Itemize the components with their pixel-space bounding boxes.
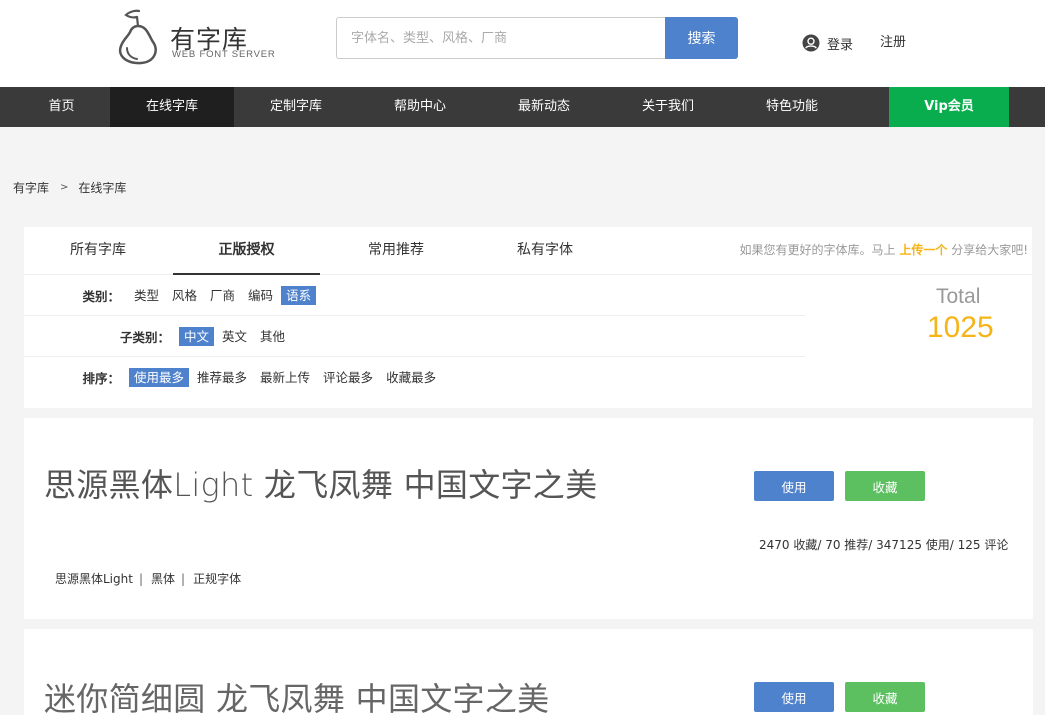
login-link[interactable]: 登录 <box>802 33 853 53</box>
library-tabs: 所有字库 正版授权 常用推荐 私有字体 如果您有更好的字体库。马上 上传一个 分… <box>24 227 1032 275</box>
search-input[interactable] <box>336 17 666 59</box>
breadcrumb-home[interactable]: 有字库 <box>13 179 49 196</box>
filter-option[interactable]: 类型 <box>129 286 164 305</box>
total-label: Total <box>936 285 981 308</box>
font-tag[interactable]: 正规字体 <box>193 570 241 587</box>
filter-option[interactable]: 编码 <box>243 286 278 305</box>
filter-option[interactable]: 风格 <box>167 286 202 305</box>
upload-link[interactable]: 上传一个 <box>899 243 947 257</box>
breadcrumb-separator: > <box>60 181 69 193</box>
filter-option-selected[interactable]: 语系 <box>281 285 317 305</box>
font-card: 迷你简细圆 龙飞凤舞 中国文字之美 使用 收藏 <box>24 629 1033 715</box>
upload-prompt: 如果您有更好的字体库。马上 上传一个 分享给大家吧! <box>740 227 1029 275</box>
nav-item-about[interactable]: 关于我们 <box>606 87 730 127</box>
nav-item-online-fonts[interactable]: 在线字库 <box>110 87 234 127</box>
use-button[interactable]: 使用 <box>754 682 834 712</box>
font-preview[interactable]: 思源黑体Light 龙飞凤舞 中国文字之美 <box>44 460 597 506</box>
font-tags: 思源黑体Light | 黑体 | 正规字体 <box>55 570 241 587</box>
filter-option[interactable]: 厂商 <box>205 286 240 305</box>
site-header: 有字库 WEB FONT SERVER 搜索 登录 注册 <box>0 0 1045 87</box>
filter-row-sort: 排序： 使用最多 推荐最多 最新上传 评论最多 收藏最多 <box>24 357 805 398</box>
nav-item-vip[interactable]: Vip会员 <box>889 87 1009 127</box>
breadcrumb-current: 在线字库 <box>78 180 127 195</box>
favorite-button[interactable]: 收藏 <box>845 682 925 712</box>
filter-panel: 所有字库 正版授权 常用推荐 私有字体 如果您有更好的字体库。马上 上传一个 分… <box>24 227 1032 408</box>
register-link[interactable]: 注册 <box>880 33 906 53</box>
font-stats: 2470 收藏/ 70 推荐/ 347125 使用/ 125 评论 <box>759 538 1009 552</box>
filter-label-subcategory: 子类别： <box>119 329 170 345</box>
nav-item-news[interactable]: 最新动态 <box>482 87 606 127</box>
filter-label-sort: 排序： <box>82 371 120 386</box>
nav-item-help[interactable]: 帮助中心 <box>358 87 482 127</box>
sort-option-selected[interactable]: 使用最多 <box>129 368 190 387</box>
filter-option-selected[interactable]: 中文 <box>179 326 215 346</box>
filter-option[interactable]: 英文 <box>217 327 252 346</box>
filter-row-subcategory: 子类别： 中文 英文 其他 <box>24 316 805 357</box>
font-tag[interactable]: 思源黑体Light <box>55 570 133 587</box>
search-button[interactable]: 搜索 <box>665 17 738 59</box>
login-label: 登录 <box>827 37 854 53</box>
filter-option[interactable]: 其他 <box>255 327 290 346</box>
upload-prompt-suffix: 分享给大家吧! <box>951 243 1028 257</box>
nav-item-home[interactable]: 首页 <box>13 87 110 127</box>
tab-recommended[interactable]: 常用推荐 <box>346 227 446 275</box>
nav-item-features[interactable]: 特色功能 <box>730 87 854 127</box>
sort-option[interactable]: 评论最多 <box>318 368 378 387</box>
breadcrumb: 有字库 > 在线字库 <box>13 179 126 195</box>
sort-option[interactable]: 推荐最多 <box>192 368 252 387</box>
sort-option[interactable]: 最新上传 <box>255 368 315 387</box>
font-preview[interactable]: 迷你简细圆 龙飞凤舞 中国文字之美 <box>44 674 549 715</box>
tag-divider: | <box>138 571 143 586</box>
tab-licensed[interactable]: 正版授权 <box>173 227 320 275</box>
tab-private-fonts[interactable]: 私有字体 <box>495 227 595 275</box>
logo-subtitle: WEB FONT SERVER <box>172 49 276 60</box>
filter-label-category: 类别： <box>82 288 120 304</box>
main-nav: 首页 在线字库 定制字库 帮助中心 最新动态 关于我们 特色功能 Vip会员 <box>0 87 1045 127</box>
nav-item-custom-fonts[interactable]: 定制字库 <box>234 87 358 127</box>
upload-prompt-text: 如果您有更好的字体库。马上 <box>739 243 896 257</box>
total-count: 1025 <box>927 311 994 344</box>
user-icon <box>802 34 820 52</box>
tab-all-libraries[interactable]: 所有字库 <box>48 227 148 275</box>
sort-option[interactable]: 收藏最多 <box>381 368 441 387</box>
font-tag[interactable]: 黑体 <box>151 570 175 587</box>
site-logo[interactable]: 有字库 WEB FONT SERVER <box>113 8 283 68</box>
favorite-button[interactable]: 收藏 <box>845 471 925 501</box>
pear-logo-icon <box>118 9 157 65</box>
use-button[interactable]: 使用 <box>754 471 834 501</box>
filter-row-category: 类别： 类型 风格 厂商 编码 语系 <box>24 275 805 316</box>
font-card: 思源黑体Light 龙飞凤舞 中国文字之美 使用 收藏 2470 收藏/ 70 … <box>24 418 1033 619</box>
tag-divider: | <box>181 571 186 586</box>
